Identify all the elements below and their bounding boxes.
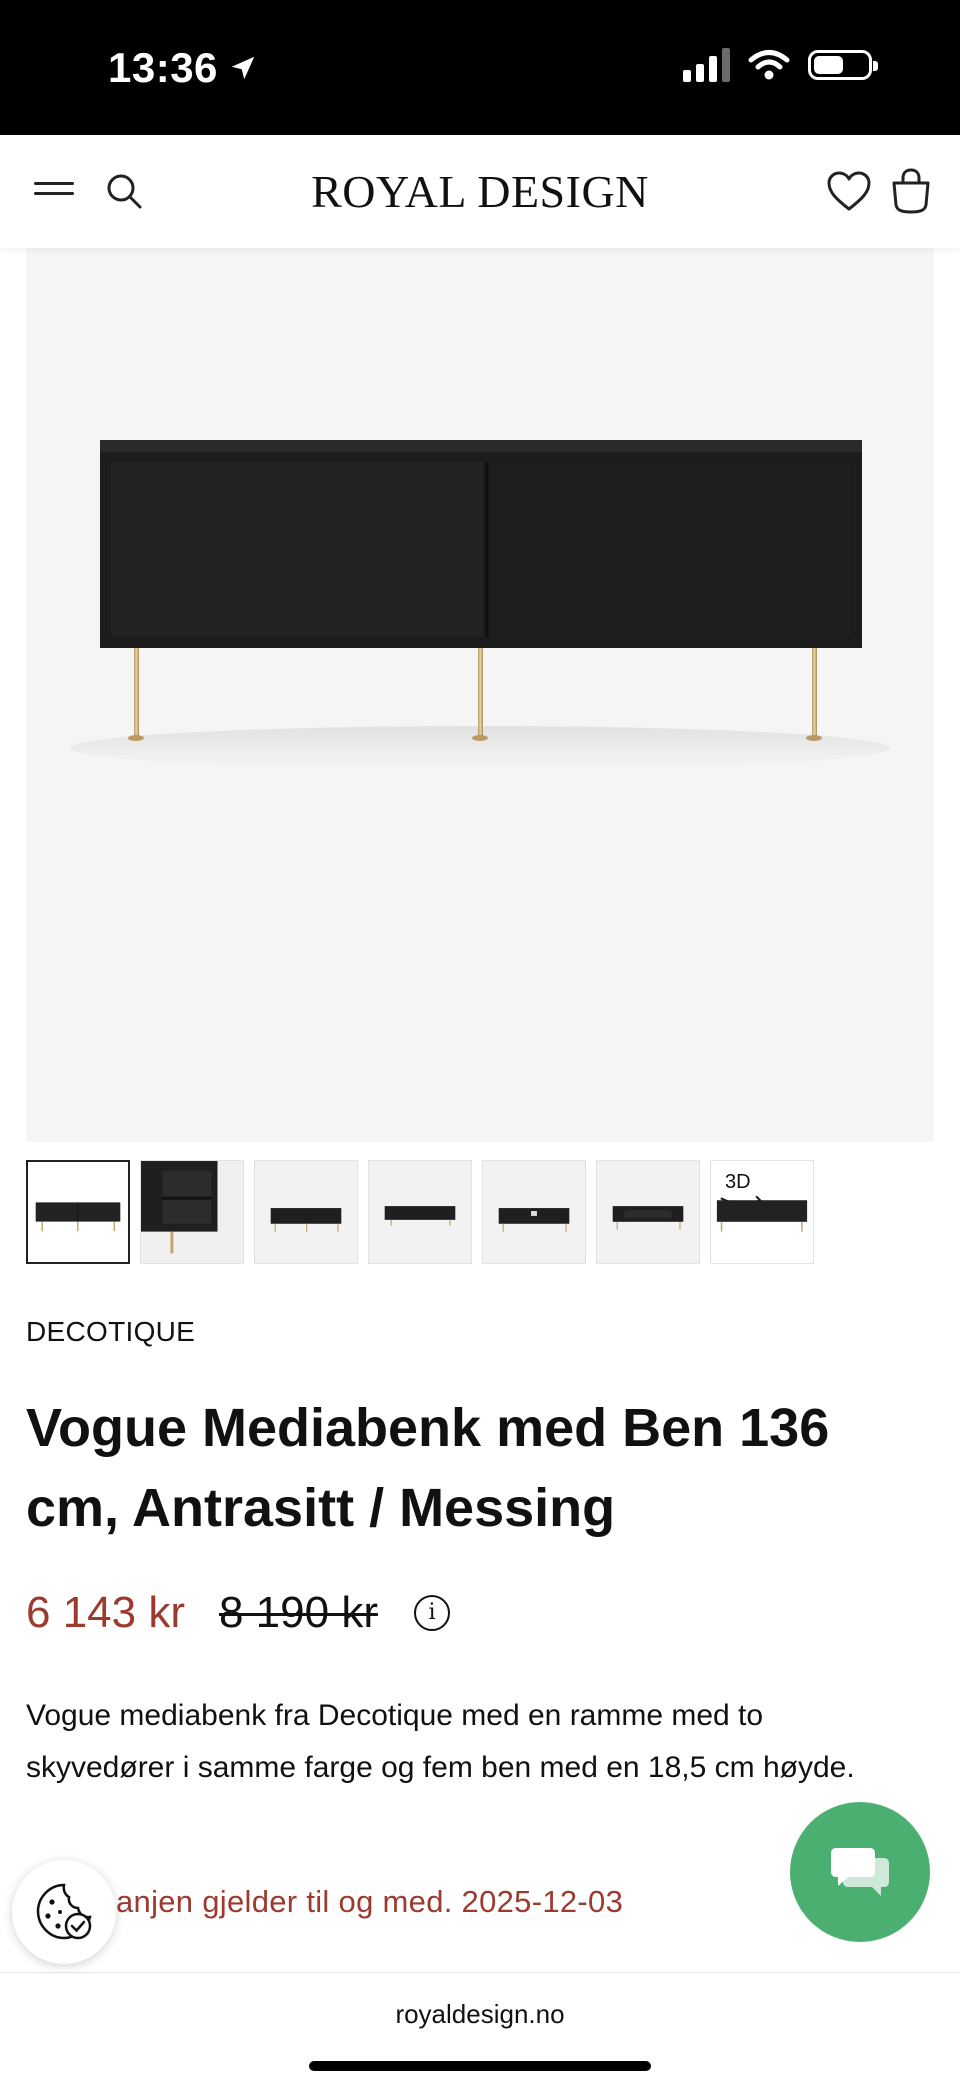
product-title: Vogue Mediabenk med Ben 136 cm, Antrasit… (26, 1398, 830, 1538)
thumbnail-3d[interactable]: 3D (710, 1160, 814, 1264)
clock: 13:36 (108, 44, 218, 91)
product-image[interactable] (26, 248, 934, 1142)
heart-icon[interactable] (826, 171, 872, 213)
thumbnail-2[interactable] (140, 1160, 244, 1264)
url-label[interactable]: royaldesign.no (0, 1999, 960, 2030)
location-arrow-icon (231, 56, 255, 80)
status-indicators (683, 48, 878, 82)
home-indicator[interactable] (309, 2061, 651, 2071)
status-bar: 13:36 (0, 0, 960, 135)
thumbnail-strip: 3D (26, 1160, 814, 1264)
signal-icon (683, 48, 730, 82)
3d-label: 3D (725, 1171, 751, 1193)
thumbnail-3[interactable] (254, 1160, 358, 1264)
campaign-text: anjen gjelder til og med. 2025-12-03 (116, 1884, 624, 1919)
chat-icon (831, 1848, 889, 1896)
sideboard-illustration (70, 440, 890, 770)
product-brand[interactable]: DECOTIQUE (26, 1316, 195, 1348)
shopping-bag-icon[interactable] (890, 167, 932, 215)
product-description: Vogue mediabenk fra Decotique med en ram… (26, 1699, 855, 1784)
chat-button[interactable] (790, 1802, 930, 1942)
current-price: 6 143 kr (26, 1588, 185, 1637)
wifi-icon (748, 50, 790, 80)
price-row: 6 143 kr 8 190 kr i (26, 1588, 450, 1638)
thumbnail-5[interactable] (482, 1160, 586, 1264)
info-icon[interactable]: i (413, 1595, 450, 1631)
battery-icon (808, 50, 878, 80)
thumbnail-4[interactable] (368, 1160, 472, 1264)
thumbnail-6[interactable] (596, 1160, 700, 1264)
browser-bottom-bar: royaldesign.no (0, 1972, 960, 2086)
original-price: 8 190 kr (218, 1588, 378, 1637)
thumbnail-1[interactable] (26, 1160, 130, 1264)
status-time: 13:36 (108, 44, 258, 92)
site-logo[interactable]: ROYAL DESIGN (0, 165, 960, 218)
cookie-settings-button[interactable] (12, 1860, 116, 1964)
site-header: ROYAL DESIGN (0, 135, 960, 248)
cookie-icon (36, 1883, 92, 1940)
